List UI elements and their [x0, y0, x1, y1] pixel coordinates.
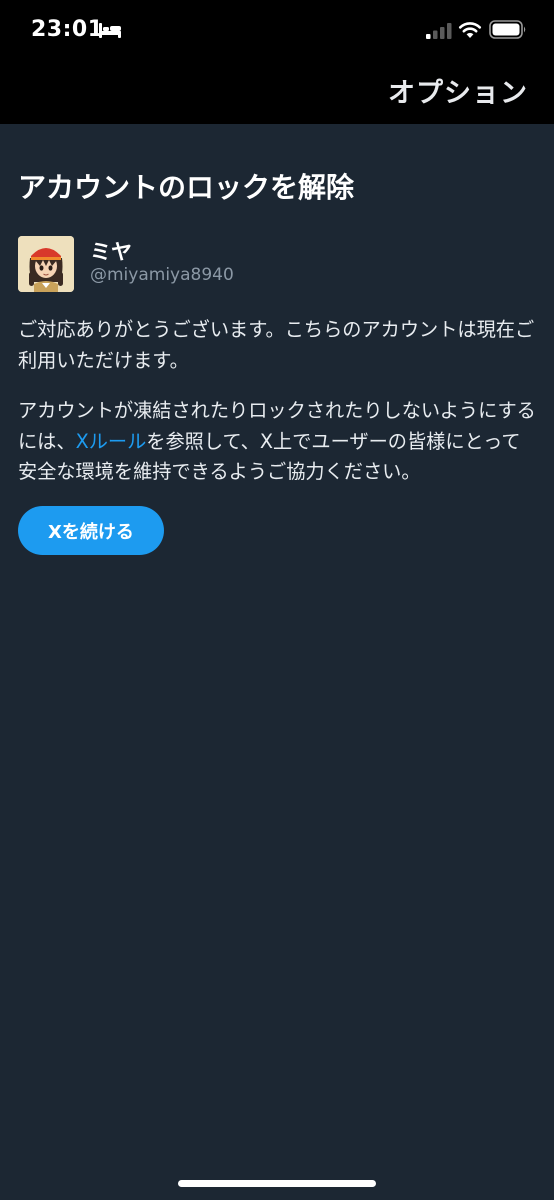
user-handle: @miyamiya8940: [90, 265, 234, 285]
options-button[interactable]: オプション: [388, 71, 528, 110]
avatar: [18, 236, 74, 292]
continue-to-x-button[interactable]: Xを続ける: [18, 506, 164, 555]
bed-icon: [99, 23, 121, 38]
home-indicator[interactable]: [178, 1180, 376, 1187]
avatar-image: [18, 236, 74, 292]
page-title: アカウントのロックを解除: [18, 171, 355, 204]
x-rules-link[interactable]: Xルール: [76, 430, 147, 453]
cellular-signal-icon: [426, 23, 452, 39]
top-bar: 23:01 オプション: [0, 0, 554, 124]
thanks-message: ご対応ありがとうございます。こちらのアカウントは現在ご利用いただけます。: [18, 318, 535, 372]
wifi-icon: [458, 22, 482, 38]
battery-icon: [489, 20, 526, 39]
unlock-account-screen: 23:01 オプション アカウントのロックを解除 ミヤ @miyamiya894…: [0, 0, 554, 1200]
status-time: 23:01: [31, 17, 104, 42]
rules-message: アカウントが凍結されたりロックされたりしないようにするには、Xルールを参照して、…: [18, 396, 536, 488]
display-name: ミヤ: [90, 240, 132, 264]
